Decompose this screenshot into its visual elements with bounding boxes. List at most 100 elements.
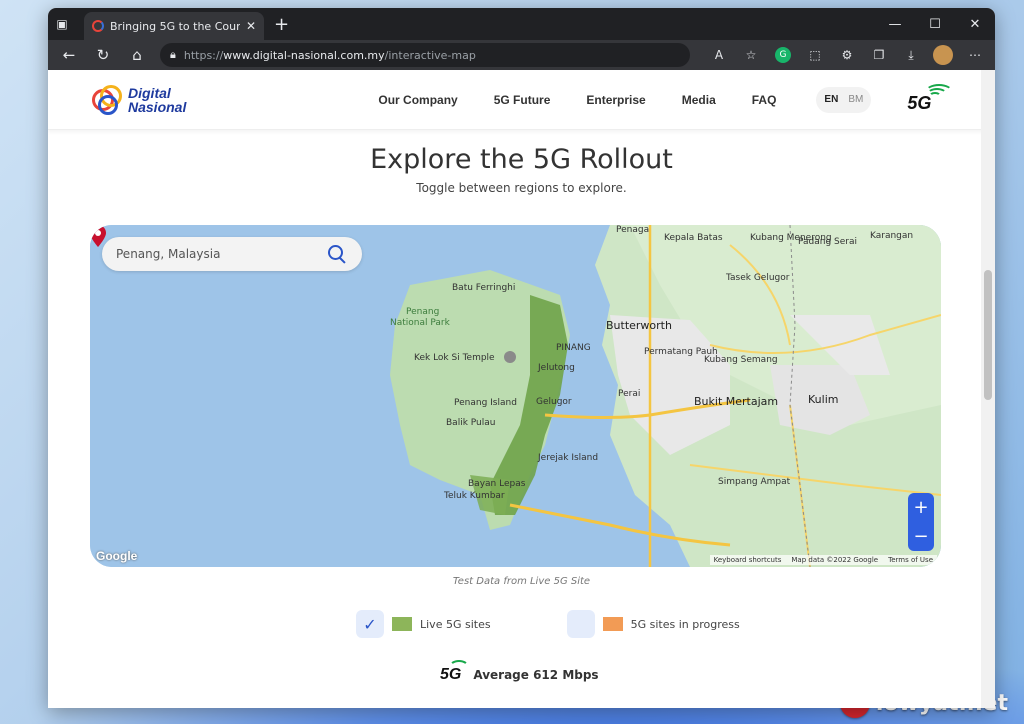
map-data-text: Map data ©2022 Google — [791, 556, 879, 564]
zoom-in-button[interactable]: + — [913, 497, 928, 518]
close-window-icon[interactable]: ✕ — [955, 8, 995, 40]
url-prefix: https:// — [183, 48, 224, 62]
average-speed-text: Average 612 Mbps — [473, 668, 599, 682]
home-icon[interactable]: ⌂ — [122, 42, 152, 68]
site-logo[interactable]: Digital Nasional — [90, 83, 186, 117]
zoom-controls: + − — [908, 493, 934, 551]
favorite-add-icon[interactable]: ☆ — [737, 43, 765, 67]
map-label: PINANG — [556, 343, 591, 353]
map-label: Penaga — [616, 225, 650, 235]
map-label: Balik Pulau — [446, 418, 496, 428]
map-search-box[interactable]: Penang, Malaysia — [102, 237, 362, 271]
map-label: Batu Ferringhi — [452, 283, 516, 293]
brand-line1: Digital — [128, 84, 171, 101]
live-sites-swatch — [392, 617, 412, 631]
hero: Explore the 5G Rollout Toggle between re… — [48, 144, 995, 195]
page-subtitle: Toggle between regions to explore. — [416, 181, 627, 195]
map-label: Kulim — [808, 393, 839, 406]
page-scrollbar[interactable] — [981, 70, 995, 708]
live-sites-checkbox[interactable]: ✓ — [356, 610, 384, 638]
lang-bm[interactable]: BM — [848, 94, 863, 105]
site-header: Digital Nasional Our Company 5G Future E… — [48, 70, 995, 130]
brand-rings-icon — [90, 83, 124, 117]
nav-our-company[interactable]: Our Company — [378, 93, 457, 107]
interactive-map[interactable]: Penang, Malaysia Batu Ferringhi Penang N… — [90, 225, 941, 567]
map-label: Teluk Kumbar — [444, 491, 505, 501]
maximize-icon[interactable]: ☐ — [915, 8, 955, 40]
progress-sites-label: 5G sites in progress — [630, 617, 740, 631]
page-viewport: Digital Nasional Our Company 5G Future E… — [48, 70, 995, 708]
map-label: Jerejak Island — [538, 453, 599, 463]
back-icon[interactable]: ← — [54, 42, 84, 68]
live-sites-label: Live 5G sites — [420, 617, 491, 631]
close-tab-icon[interactable]: ✕ — [246, 19, 256, 33]
map-label: National Park — [390, 318, 450, 328]
progress-sites-swatch — [602, 617, 623, 631]
extension-grammarly-icon[interactable]: G — [775, 47, 791, 63]
map-search-input[interactable]: Penang, Malaysia — [116, 247, 326, 261]
terms-link[interactable]: Terms of Use — [888, 556, 933, 564]
keyboard-shortcuts-link[interactable]: Keyboard shortcuts — [714, 556, 782, 564]
profile-avatar[interactable] — [933, 45, 953, 65]
lang-en[interactable]: EN — [824, 94, 838, 105]
map-label: Bayan Lepas — [468, 479, 526, 489]
nav-faq[interactable]: FAQ — [752, 93, 777, 107]
url-field[interactable]: 🔒︎ https://www.digital-nasional.com.my/i… — [160, 43, 690, 67]
google-logo: Google — [96, 549, 138, 563]
refresh-icon[interactable]: ↻ — [88, 42, 118, 68]
map-label: Karangan — [870, 231, 914, 241]
map-caption: Test Data from Live 5G Site — [452, 576, 591, 587]
map-label: Tasek Gelugor — [726, 273, 790, 283]
5g-small-logo: 5G — [440, 660, 470, 683]
map-label: Gelugor — [536, 397, 572, 407]
browser-window: ▣ Bringing 5G to the Country | Dig ✕ + —… — [48, 8, 995, 708]
scrollbar-thumb[interactable] — [984, 270, 992, 400]
new-tab-icon[interactable]: + — [274, 14, 289, 35]
tab-actions-icon[interactable]: ▣ — [48, 8, 76, 40]
map-label: Kek Lok Si Temple — [414, 353, 495, 363]
map-label: Simpang Ampat — [718, 477, 791, 487]
toolbar-actions: A ☆ G ⬚ ⚙ ❐ ⤓ ⋯ — [705, 43, 989, 67]
browser-tab[interactable]: Bringing 5G to the Country | Dig ✕ — [84, 12, 264, 40]
screenshot-icon[interactable]: ⬚ — [801, 43, 829, 67]
brand-line2: Nasional — [128, 98, 187, 115]
map-legend: ✓ Live 5G sites 5G sites in progress — [356, 610, 740, 638]
location-pin-icon[interactable] — [90, 225, 106, 247]
average-speed: 5G Average 612 Mbps — [440, 660, 599, 684]
map-attribution: Keyboard shortcuts Map data ©2022 Google… — [709, 555, 937, 565]
more-menu-icon[interactable]: ⋯ — [961, 43, 989, 67]
download-icon[interactable]: ⤓ — [897, 43, 925, 67]
signal-wave-icon — [925, 83, 954, 100]
map-label: Butterworth — [606, 319, 672, 332]
url-path: /interactive-map — [384, 48, 476, 62]
language-toggle: EN BM — [816, 86, 872, 113]
zoom-out-button[interactable]: − — [913, 526, 928, 547]
map-label: Penang — [406, 307, 440, 317]
map-label: Penang Island — [454, 398, 517, 408]
window-controls: — ☐ ✕ — [875, 8, 995, 40]
extensions-icon[interactable]: ⚙ — [833, 43, 861, 67]
map-label: Kepala Batas — [664, 233, 723, 243]
nav-enterprise[interactable]: Enterprise — [586, 93, 645, 107]
map-label: Padang Serai — [798, 237, 858, 247]
map-label: Kubang Semang — [704, 355, 778, 365]
tab-title: Bringing 5G to the Country | Dig — [110, 19, 240, 33]
search-icon[interactable] — [326, 243, 348, 265]
map-label: Jelutong — [538, 363, 575, 373]
lock-icon[interactable]: 🔒︎ — [170, 48, 176, 62]
map-label: Perai — [618, 389, 641, 399]
favicon-icon — [92, 20, 104, 32]
nav-5g-future[interactable]: 5G Future — [494, 93, 551, 107]
page-title: Explore the 5G Rollout — [370, 144, 673, 175]
main-nav: Our Company 5G Future Enterprise Media F… — [378, 93, 776, 107]
progress-sites-checkbox[interactable] — [566, 610, 595, 638]
address-bar: ← ↻ ⌂ 🔒︎ https://www.digital-nasional.co… — [48, 40, 995, 70]
map-label: Bukit Mertajam — [694, 395, 779, 408]
minimize-icon[interactable]: — — [875, 8, 915, 40]
5g-logo: 5G — [907, 83, 954, 114]
url-host: www.digital-nasional.com.my — [223, 48, 385, 62]
nav-media[interactable]: Media — [682, 93, 716, 107]
title-bar: ▣ Bringing 5G to the Country | Dig ✕ + —… — [48, 8, 995, 40]
collections-icon[interactable]: ❐ — [865, 43, 893, 67]
read-aloud-icon[interactable]: A — [705, 43, 733, 67]
